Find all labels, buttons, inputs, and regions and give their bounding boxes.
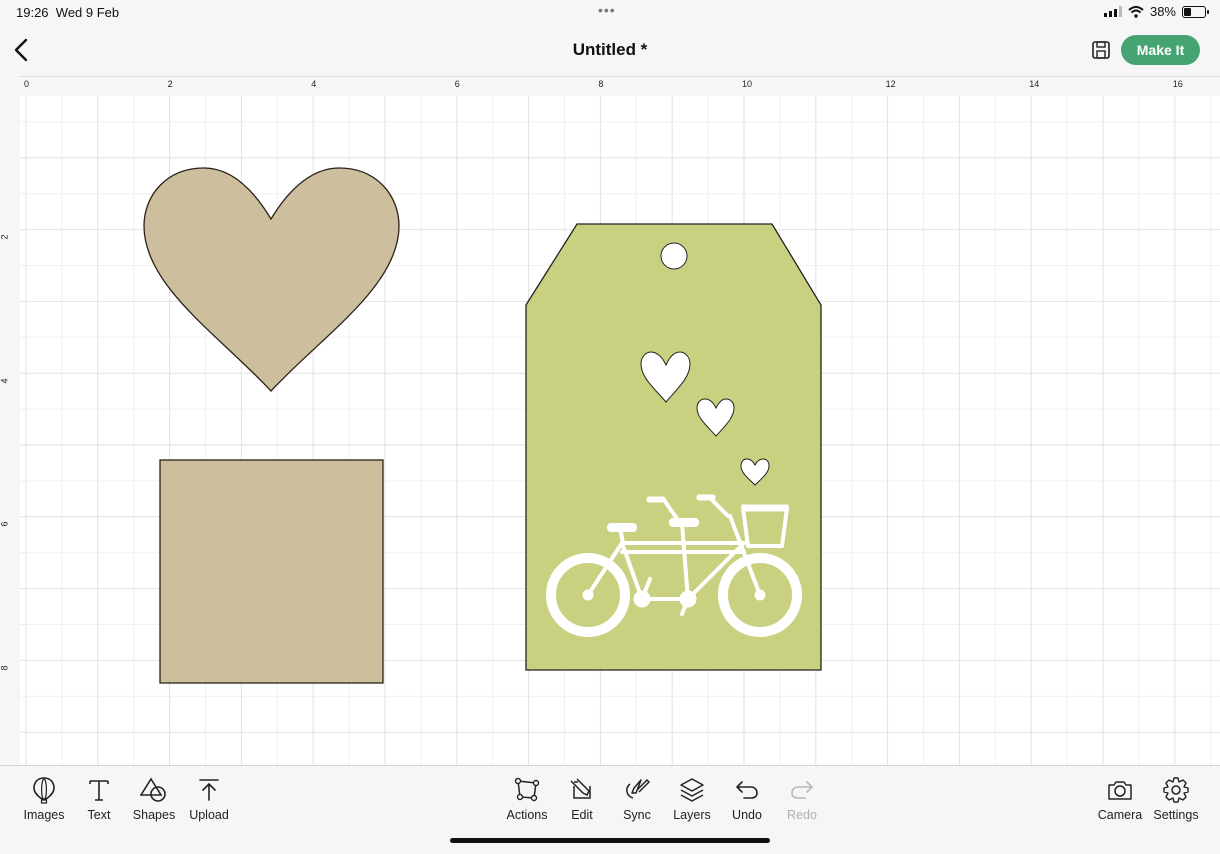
camera-button[interactable]: Camera	[1090, 776, 1150, 822]
heart-shape[interactable]	[143, 167, 400, 392]
shapes-icon	[140, 777, 166, 802]
wifi-icon	[1128, 5, 1144, 18]
sync-button[interactable]: Sync	[607, 776, 667, 822]
status-time: 19:26 Wed 9 Feb	[16, 5, 120, 20]
status-bar: 19:26 Wed 9 Feb ••• 38%	[0, 0, 1220, 24]
layers-button[interactable]: Layers	[662, 776, 722, 822]
make-it-button[interactable]: Make It	[1121, 35, 1200, 65]
images-button[interactable]: Images	[14, 776, 74, 822]
project-title[interactable]: Untitled *	[0, 40, 1220, 60]
actions-icon	[514, 777, 540, 802]
ruler-label-x: 6	[454, 79, 460, 89]
actions-button[interactable]: Actions	[497, 776, 557, 822]
battery-percent: 38%	[1149, 4, 1176, 19]
ruler-label-x: 16	[1172, 79, 1183, 89]
canvas-svg	[20, 96, 1220, 765]
horizontal-ruler: 0 2 4 6 8 10 12 14 16	[20, 76, 1220, 97]
layers-icon	[680, 778, 704, 802]
undo-button[interactable]: Undo	[717, 776, 777, 822]
gift-tag-group[interactable]	[525, 223, 822, 671]
undo-icon	[736, 781, 758, 799]
balloon-icon	[33, 777, 55, 804]
redo-button[interactable]: Redo	[772, 776, 832, 822]
ruler-label-x: 0	[24, 79, 30, 89]
camera-icon	[1108, 781, 1132, 800]
ruler-label-x: 14	[1029, 79, 1040, 89]
ruler-label-y: 2	[0, 234, 10, 240]
multitasking-dots[interactable]: •••	[598, 2, 616, 18]
ruler-label-y: 6	[0, 521, 10, 527]
edit-button[interactable]: Edit	[552, 776, 612, 822]
header-bar: Untitled * Make It	[0, 24, 1220, 76]
edit-icon	[570, 778, 591, 799]
design-canvas[interactable]	[20, 96, 1220, 765]
upload-icon	[199, 779, 219, 801]
battery-icon	[1182, 5, 1209, 18]
tag-shape[interactable]	[525, 223, 822, 671]
signal-icon	[1103, 6, 1122, 17]
status-right: 38%	[1103, 4, 1209, 19]
sync-icon	[626, 779, 650, 799]
vertical-ruler: 2 4 6 8	[0, 96, 20, 765]
upload-button[interactable]: Upload	[179, 776, 239, 822]
square-shape[interactable]	[159, 459, 384, 684]
tag-hole	[660, 242, 688, 270]
text-icon	[89, 780, 109, 801]
gear-icon	[1163, 777, 1189, 803]
redo-icon	[791, 781, 813, 799]
home-indicator[interactable]	[450, 838, 770, 843]
ruler-label-x: 4	[311, 79, 317, 89]
ruler-label-x: 2	[167, 79, 173, 89]
ruler-label-x: 10	[742, 79, 753, 89]
ruler-label-x: 12	[885, 79, 896, 89]
save-icon[interactable]	[1090, 39, 1112, 61]
text-button[interactable]: Text	[69, 776, 129, 822]
shapes-button[interactable]: Shapes	[124, 776, 184, 822]
ruler-label-y: 4	[0, 378, 10, 384]
ruler-label-x: 8	[598, 79, 604, 89]
settings-button[interactable]: Settings	[1146, 776, 1206, 822]
ruler-label-y: 8	[0, 665, 10, 671]
